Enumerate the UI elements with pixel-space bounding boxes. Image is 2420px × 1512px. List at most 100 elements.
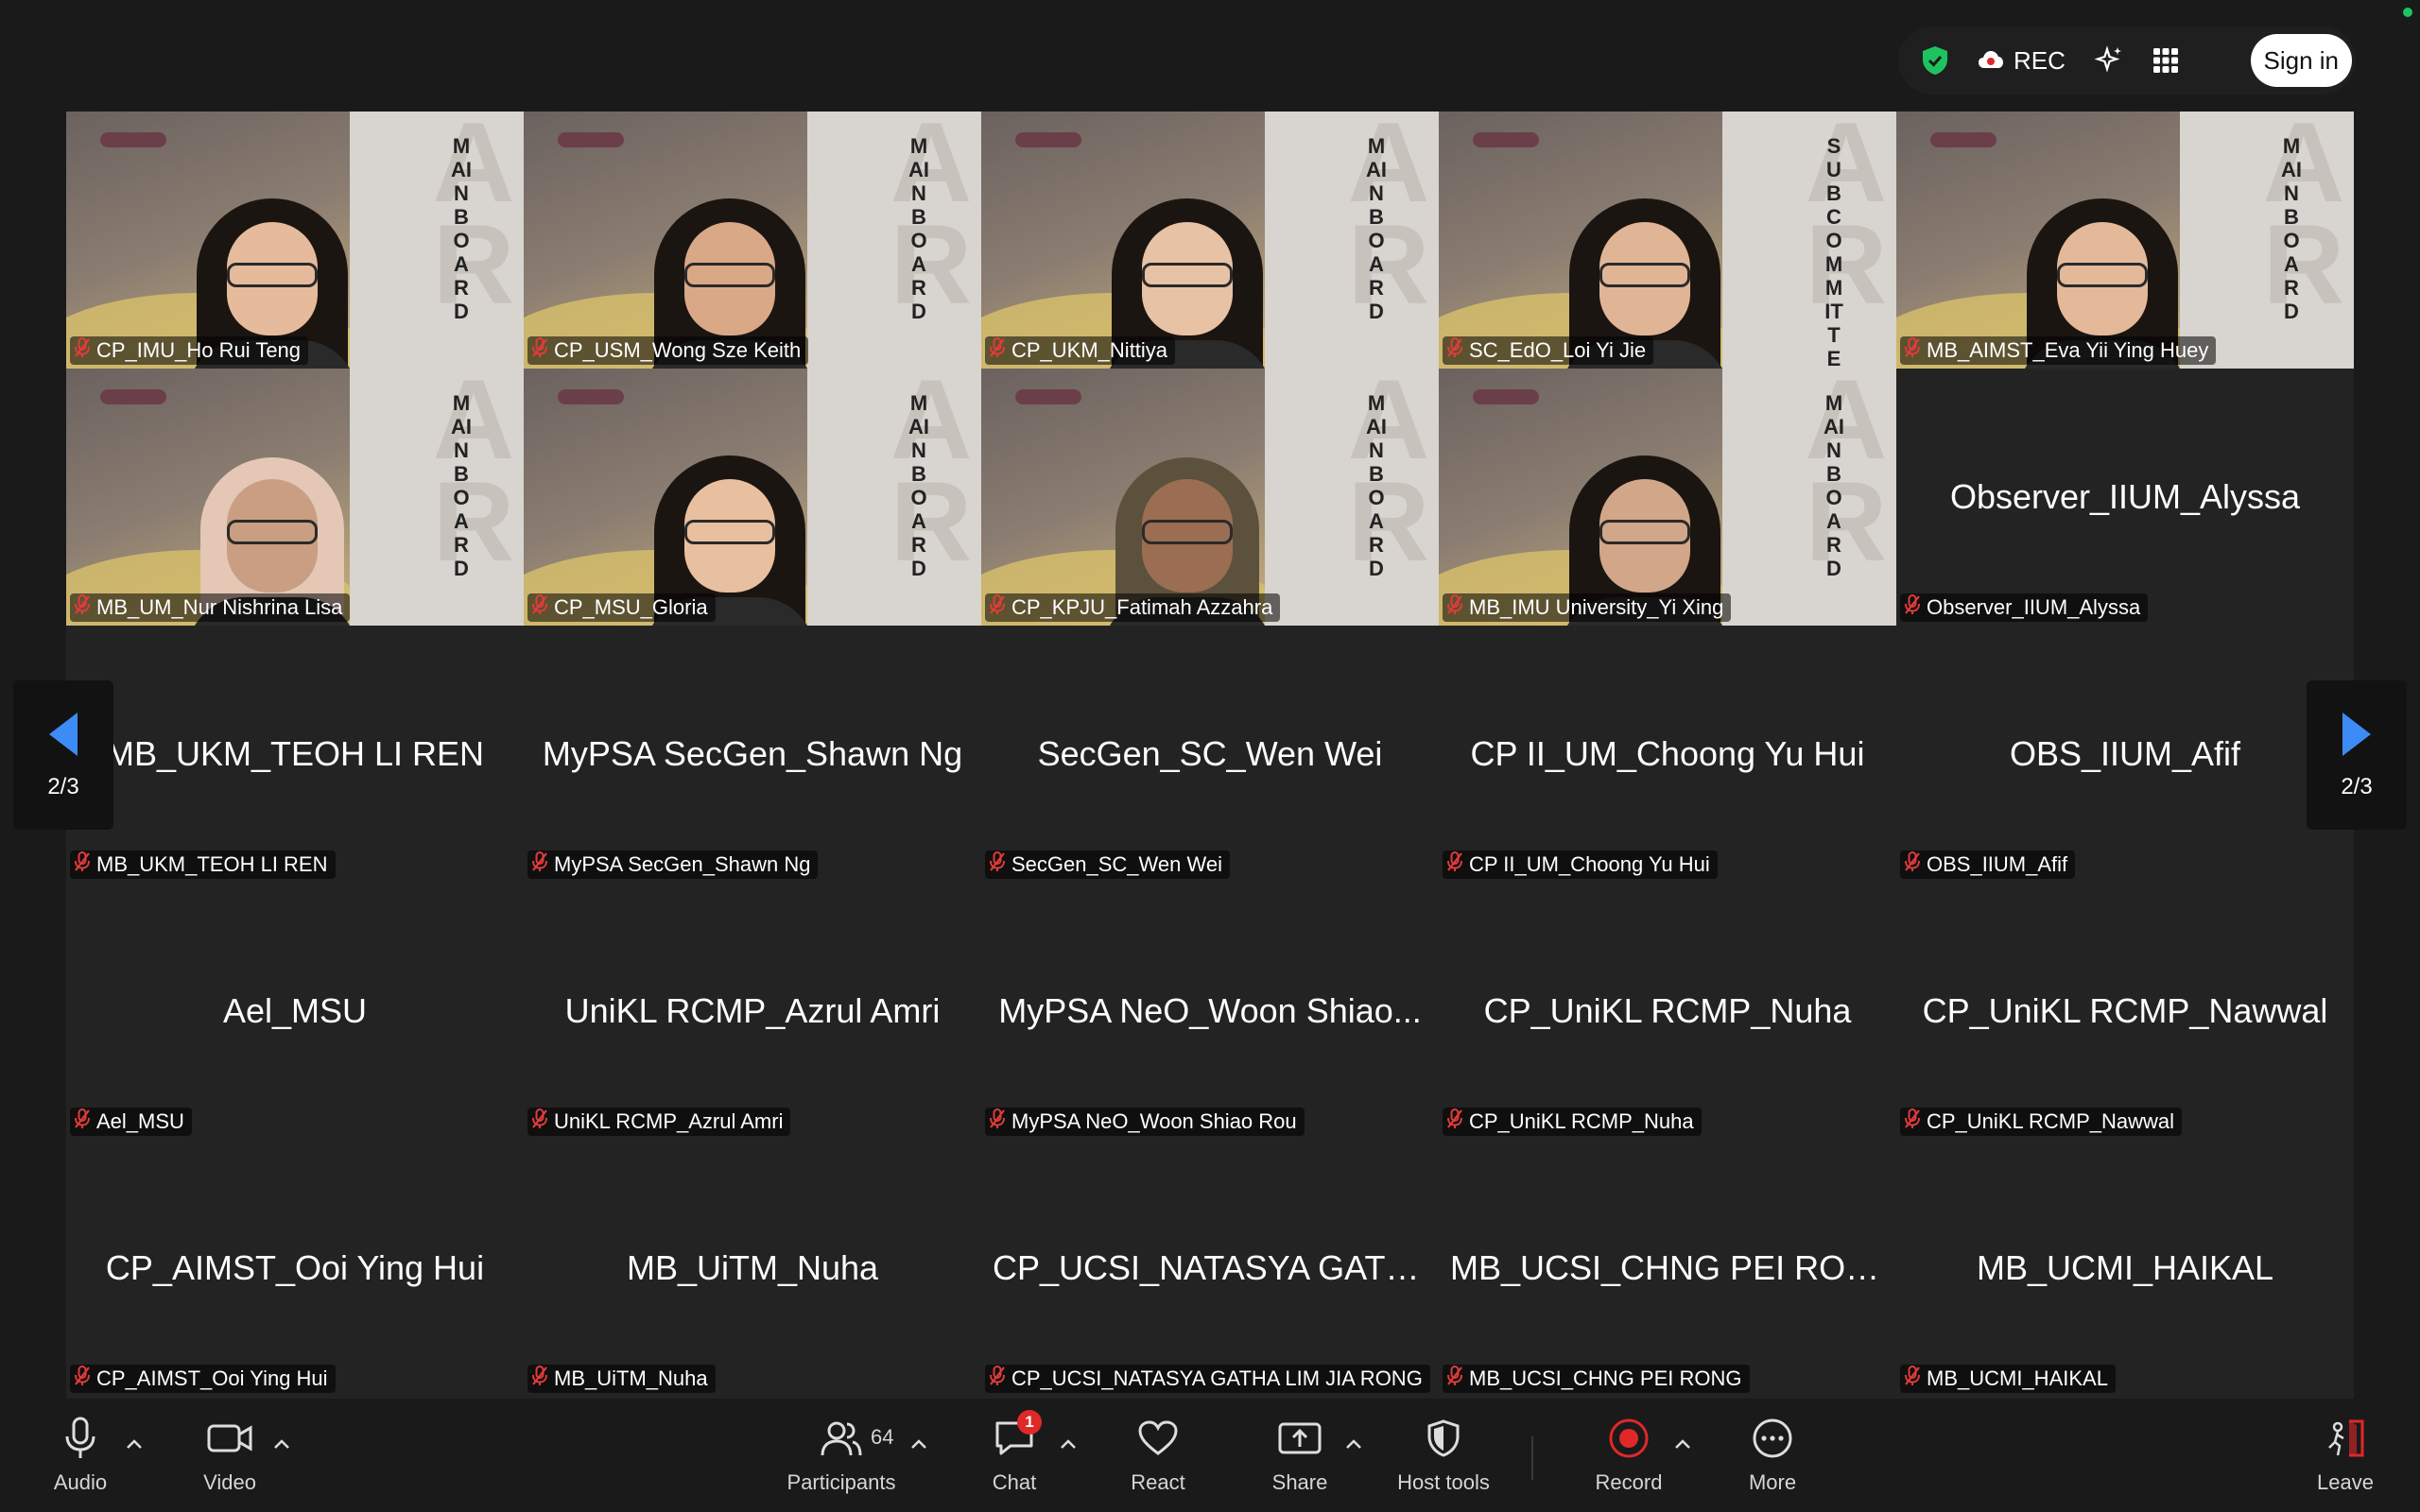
host-tools-label: Host tools: [1397, 1470, 1490, 1494]
record-options-chevron-up-icon[interactable]: [1669, 1431, 1696, 1457]
shield-icon: [1420, 1416, 1467, 1461]
heart-icon: [1134, 1416, 1182, 1461]
participant-tile[interactable]: CP_UCSI_NATASYA GATH... CP_UCSI_NATASYA G…: [981, 1140, 1439, 1397]
previous-page-button[interactable]: 2/3: [13, 680, 113, 830]
participant-tile[interactable]: CP_AIMST_Ooi Ying Hui CP_AIMST_Ooi Ying H…: [66, 1140, 524, 1397]
more-dots-icon: [1749, 1416, 1796, 1461]
participant-name: CP_UniKL RCMP_Nawwal: [1927, 1109, 2175, 1133]
muted-microphone-icon: [74, 1108, 91, 1135]
react-button[interactable]: React: [1097, 1399, 1219, 1512]
participant-name-label: CP_MSU_Gloria: [527, 593, 716, 622]
participant-name-label: MB_UKM_TEOH LI REN: [70, 850, 336, 879]
chat-bubble-icon: 1: [991, 1410, 1042, 1461]
video-tile[interactable]: ARSUBCOMMITTEE SC_EdO_Loi Yi Jie: [1439, 112, 1896, 369]
video-options-chevron-up-icon[interactable]: [268, 1431, 295, 1457]
status-dot: [2403, 8, 2412, 17]
record-label: Record: [1595, 1470, 1663, 1494]
vertical-banner: MAINBOARD: [908, 134, 929, 323]
participant-display-name: CP_UCSI_NATASYA GATH...: [993, 1248, 1439, 1287]
participant-tile[interactable]: CP_UniKL RCMP_Nuha CP_UniKL RCMP_Nuha: [1439, 883, 1896, 1140]
participants-count: 64: [871, 1425, 894, 1449]
video-tile[interactable]: A R MAINBOARD CP_IMU_Ho Rui Teng: [66, 112, 524, 369]
vertical-banner: MAINBOARD: [1366, 134, 1387, 323]
sign-in-button[interactable]: Sign in: [2250, 34, 2352, 87]
muted-microphone-icon: [1446, 851, 1463, 878]
vertical-banner: MAINBOARD: [451, 391, 472, 580]
participant-tile[interactable]: Ael_MSU Ael_MSU: [66, 883, 524, 1140]
participant-name: CP_IMU_Ho Rui Teng: [96, 338, 302, 362]
participants-button[interactable]: 64 Participants: [779, 1399, 904, 1512]
video-tile[interactable]: A R MAINBOARD CP_UKM_Nittiya: [981, 112, 1439, 369]
participant-display-name: CP II_UM_Choong Yu Hui: [1470, 734, 1865, 773]
participant-name: MB_AIMST_Eva Yii Ying Huey: [1927, 338, 2209, 362]
video-tile[interactable]: A R MAINBOARD CP_KPJU_Fatimah Azzahra: [981, 369, 1439, 626]
participant-tile[interactable]: MB_UCMI_HAIKAL MB_UCMI_HAIKAL: [1896, 1140, 2354, 1397]
participant-tile[interactable]: MyPSA SecGen_Shawn Ng MyPSA SecGen_Shawn …: [524, 626, 981, 883]
participant-name: MB_UCSI_CHNG PEI RONG: [1469, 1366, 1742, 1390]
organization-logo: [1473, 132, 1539, 147]
host-tools-button[interactable]: Host tools: [1382, 1399, 1505, 1512]
video-tile[interactable]: A R MAINBOARD MB_AIMST_Eva Yii Ying Huey: [1896, 112, 2354, 369]
participant-video: [1550, 399, 1739, 626]
record-icon: [1605, 1416, 1652, 1461]
muted-microphone-icon: [531, 1366, 548, 1392]
participant-tile[interactable]: Observer_IIUM_Alyssa Observer_IIUM_Alyssa: [1896, 369, 2354, 626]
participant-name-label: CP_UKM_Nittiya: [985, 336, 1176, 365]
meeting-window: REC Sign in A R MAINBOARD CP_IMU_Ho Rui Ten…: [0, 0, 2420, 1512]
participant-name-label: MB_UM_Nur Nishrina Lisa: [70, 593, 351, 622]
participant-name: CP_AIMST_Ooi Ying Hui: [96, 1366, 328, 1390]
participant-video: [635, 142, 824, 369]
participant-display-name: MB_UKM_TEOH LI REN: [105, 734, 485, 773]
apps-grid-icon[interactable]: [2152, 47, 2179, 74]
participant-gallery: A R MAINBOARD CP_IMU_Ho Rui Teng A R MAINBOARD…: [66, 112, 2354, 1399]
participant-video: [2008, 142, 2197, 369]
shield-check-icon[interactable]: [1921, 45, 1949, 76]
meeting-toolbar: Audio Video 64 Participants 1 Chat React…: [0, 1399, 2420, 1512]
participant-tile[interactable]: CP_UniKL RCMP_Nawwal CP_UniKL RCMP_Nawwal: [1896, 883, 2354, 1140]
organization-logo: [100, 389, 166, 404]
participant-tile[interactable]: MyPSA NeO_Woon Shiao... MyPSA NeO_Woon Sh…: [981, 883, 1439, 1140]
background-watermark: AR: [1347, 369, 1430, 585]
organization-logo: [1930, 132, 1996, 147]
participant-name-label: MyPSA NeO_Woon Shiao Rou: [985, 1108, 1305, 1136]
react-label: React: [1131, 1470, 1185, 1494]
vertical-banner: SUBCOMMITTEE: [1824, 134, 1843, 369]
more-button[interactable]: More: [1711, 1399, 1834, 1512]
share-screen-icon: [1276, 1416, 1323, 1461]
vertical-banner: MAINBOARD: [908, 391, 929, 580]
participant-name: CP II_UM_Choong Yu Hui: [1469, 852, 1710, 876]
participant-tile[interactable]: MB_UCSI_CHNG PEI RONG MB_UCSI_CHNG PEI RO…: [1439, 1140, 1896, 1397]
participant-tile[interactable]: CP II_UM_Choong Yu Hui CP II_UM_Choong Yu…: [1439, 626, 1896, 883]
participant-tile[interactable]: MB_UiTM_Nuha MB_UiTM_Nuha: [524, 1140, 981, 1397]
participant-display-name: UniKL RCMP_Azrul Amri: [564, 991, 941, 1030]
participant-name: CP_KPJU_Fatimah Azzahra: [1011, 595, 1273, 619]
share-options-chevron-up-icon[interactable]: [1340, 1431, 1367, 1457]
video-tile[interactable]: A R MAINBOARD MB_IMU University_Yi Xing: [1439, 369, 1896, 626]
participant-name-label: CP II_UM_Choong Yu Hui: [1443, 850, 1718, 879]
muted-microphone-icon: [1904, 337, 1921, 364]
video-tile[interactable]: A R MAINBOARD MB_UM_Nur Nishrina Lisa: [66, 369, 524, 626]
participant-tile[interactable]: UniKL RCMP_Azrul Amri UniKL RCMP_Azrul Am…: [524, 883, 981, 1140]
ai-sparkle-icon[interactable]: [2094, 45, 2124, 76]
participant-tile[interactable]: OBS_IIUM_Afif OBS_IIUM_Afif: [1896, 626, 2354, 883]
participant-tile[interactable]: MB_UKM_TEOH LI REN MB_UKM_TEOH LI REN: [66, 626, 524, 883]
participant-video: [178, 142, 367, 369]
muted-microphone-icon: [1446, 1108, 1463, 1135]
participant-name-label: MyPSA SecGen_Shawn Ng: [527, 850, 819, 879]
participant-display-name: MyPSA NeO_Woon Shiao...: [998, 991, 1422, 1030]
participant-name: SecGen_SC_Wen Wei: [1011, 852, 1222, 876]
background-watermark: AR: [1347, 112, 1430, 328]
next-page-button[interactable]: 2/3: [2307, 680, 2407, 830]
video-tile[interactable]: A R MAINBOARD CP_MSU_Gloria: [524, 369, 981, 626]
participants-options-chevron-up-icon[interactable]: [906, 1431, 932, 1457]
audio-options-chevron-up-icon[interactable]: [121, 1431, 147, 1457]
leave-button[interactable]: Leave: [2284, 1399, 2407, 1512]
chat-options-chevron-up-icon[interactable]: [1055, 1431, 1081, 1457]
cloud-recording-indicator[interactable]: REC: [1978, 46, 2066, 76]
participant-name-label: Observer_IIUM_Alyssa: [1900, 593, 2149, 622]
participant-name: MyPSA SecGen_Shawn Ng: [554, 852, 811, 876]
toolbar-divider: [1531, 1436, 1533, 1480]
participant-tile[interactable]: SecGen_SC_Wen Wei SecGen_SC_Wen Wei: [981, 626, 1439, 883]
video-tile[interactable]: A R MAINBOARD CP_USM_Wong Sze Keith: [524, 112, 981, 369]
participant-name: CP_USM_Wong Sze Keith: [554, 338, 802, 362]
